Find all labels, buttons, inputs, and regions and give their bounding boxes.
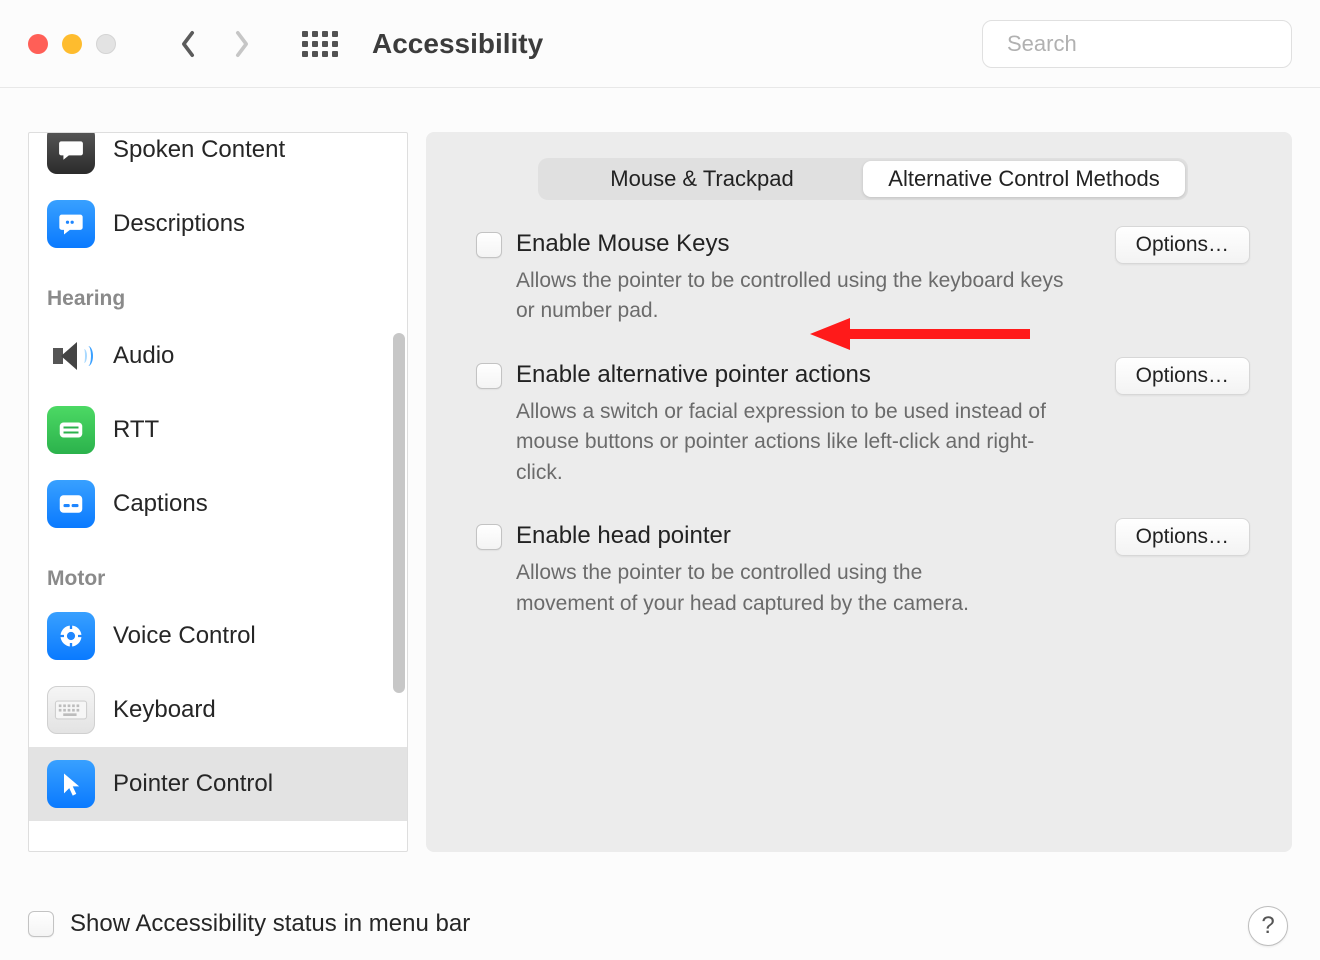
- pointer-icon: [47, 760, 95, 808]
- tab-alternative-control[interactable]: Alternative Control Methods: [863, 161, 1185, 197]
- captions-icon: [47, 480, 95, 528]
- sidebar-item-label: Captions: [113, 490, 208, 518]
- sidebar-item-label: RTT: [113, 416, 159, 444]
- rtt-icon: [47, 406, 95, 454]
- window-controls: [28, 34, 116, 54]
- grid-icon: [302, 31, 338, 57]
- keyboard-icon: [47, 686, 95, 734]
- help-button[interactable]: ?: [1248, 906, 1288, 946]
- speaker-icon: [47, 332, 95, 380]
- zoom-window-button[interactable]: [96, 34, 116, 54]
- setting-title: Enable head pointer: [516, 522, 1086, 550]
- speech-bubble-icon: [47, 133, 95, 174]
- pane-title: Accessibility: [372, 28, 543, 60]
- sidebar-item-spoken-content[interactable]: Spoken Content: [29, 133, 407, 187]
- close-window-button[interactable]: [28, 34, 48, 54]
- sidebar-scrollbar[interactable]: [393, 333, 405, 693]
- sidebar-item-rtt[interactable]: RTT: [29, 393, 407, 467]
- setting-title: Enable Mouse Keys: [516, 230, 1086, 258]
- checkbox-mouse-keys[interactable]: [476, 232, 502, 258]
- sidebar-section-hearing: Hearing: [29, 261, 407, 319]
- checkbox-show-status-menubar[interactable]: [28, 911, 54, 937]
- minimize-window-button[interactable]: [62, 34, 82, 54]
- footer-label: Show Accessibility status in menu bar: [70, 910, 470, 938]
- setting-alt-pointer-actions: Enable alternative pointer actions Allow…: [470, 361, 1256, 488]
- sidebar-item-label: Descriptions: [113, 210, 245, 238]
- tab-bar: Mouse & Trackpad Alternative Control Met…: [538, 158, 1188, 200]
- sidebar-item-audio[interactable]: Audio: [29, 319, 407, 393]
- footer: Show Accessibility status in menu bar: [28, 910, 1292, 938]
- setting-description: Allows the pointer to be controlled usin…: [516, 558, 976, 619]
- sidebar-item-label: Audio: [113, 342, 174, 370]
- window-toolbar: Accessibility: [0, 0, 1320, 88]
- options-button-alt-pointer[interactable]: Options…: [1115, 357, 1250, 395]
- sidebar-item-descriptions[interactable]: Descriptions: [29, 187, 407, 261]
- show-all-prefs-button[interactable]: [298, 22, 342, 66]
- sidebar-item-keyboard[interactable]: Keyboard: [29, 673, 407, 747]
- checkbox-head-pointer[interactable]: [476, 524, 502, 550]
- sidebar: Spoken Content Descriptions Hearing Audi…: [28, 132, 408, 852]
- setting-mouse-keys: Enable Mouse Keys Allows the pointer to …: [470, 230, 1256, 327]
- descriptions-icon: [47, 200, 95, 248]
- setting-description: Allows the pointer to be controlled usin…: [516, 266, 1076, 327]
- sidebar-item-captions[interactable]: Captions: [29, 467, 407, 541]
- sidebar-item-label: Spoken Content: [113, 136, 285, 164]
- options-button-head-pointer[interactable]: Options…: [1115, 518, 1250, 556]
- sidebar-item-pointer-control[interactable]: Pointer Control: [29, 747, 407, 821]
- sidebar-item-label: Keyboard: [113, 696, 216, 724]
- back-button[interactable]: [166, 22, 210, 66]
- setting-title: Enable alternative pointer actions: [516, 361, 1086, 389]
- search-field[interactable]: [982, 20, 1292, 68]
- sidebar-item-voice-control[interactable]: Voice Control: [29, 599, 407, 673]
- content-pane: Mouse & Trackpad Alternative Control Met…: [426, 132, 1292, 852]
- sidebar-item-label: Voice Control: [113, 622, 256, 650]
- tab-mouse-trackpad[interactable]: Mouse & Trackpad: [541, 161, 863, 197]
- search-input[interactable]: [1007, 31, 1295, 57]
- options-button-mouse-keys[interactable]: Options…: [1115, 226, 1250, 264]
- forward-button[interactable]: [220, 22, 264, 66]
- setting-head-pointer: Enable head pointer Allows the pointer t…: [470, 522, 1256, 619]
- sidebar-section-motor: Motor: [29, 541, 407, 599]
- sidebar-item-label: Pointer Control: [113, 770, 273, 798]
- setting-description: Allows a switch or facial expression to …: [516, 397, 1076, 488]
- checkbox-alt-pointer-actions[interactable]: [476, 363, 502, 389]
- voice-control-icon: [47, 612, 95, 660]
